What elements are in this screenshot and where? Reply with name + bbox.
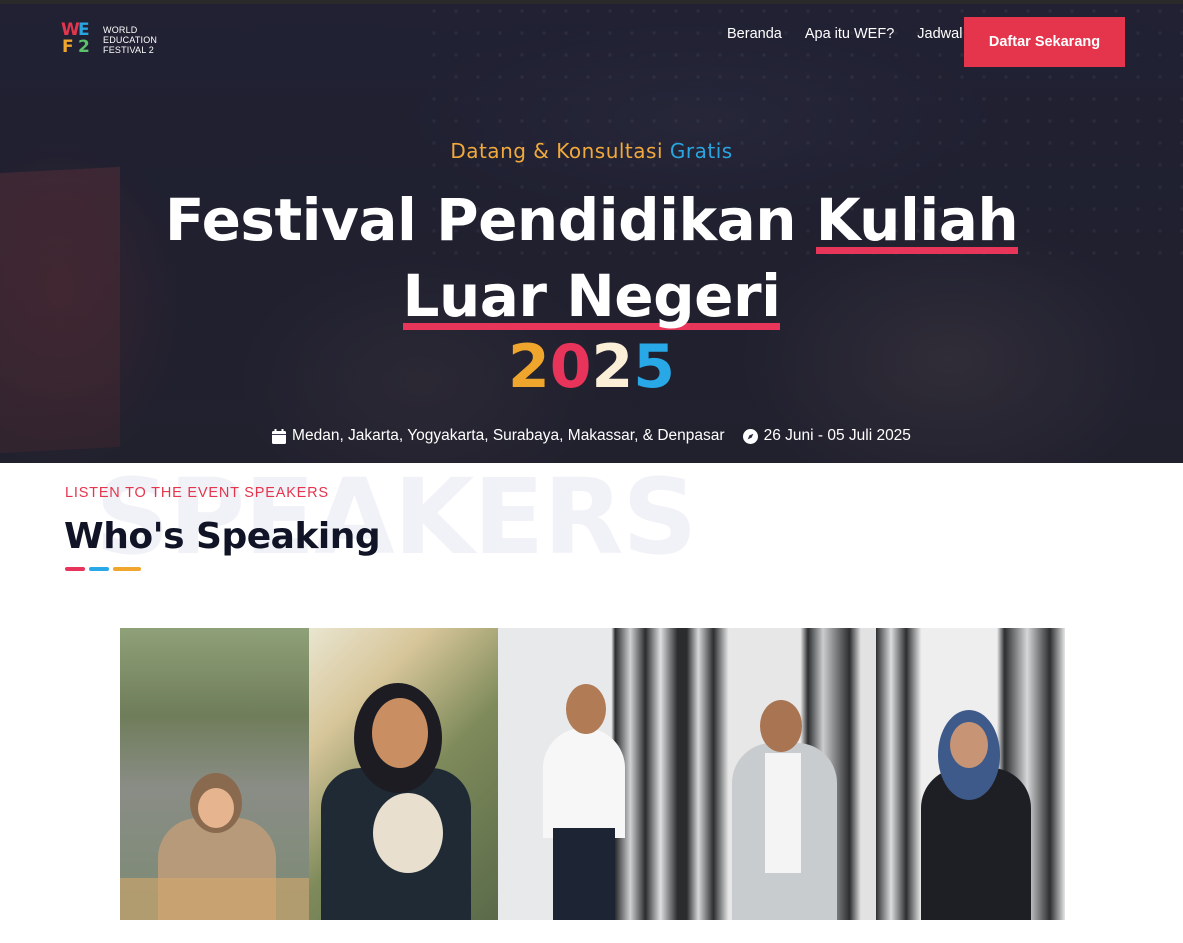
speaker-photo-4[interactable] [687,628,876,920]
site-logo[interactable]: W E F 2 WORLD EDUCATION FESTIVAL 2 [61,22,157,58]
compass-icon [742,428,758,444]
headline-underlined: Luar Negeri [402,262,781,330]
event-dates: 26 Juni - 05 Juli 2025 [742,427,911,445]
speaker-photo-3[interactable] [498,628,687,920]
nav-link-jadwal[interactable]: Jadwal [917,26,962,42]
nav-link-apa-itu-wef[interactable]: Apa itu WEF? [805,26,894,42]
year-digit: 2 [508,332,550,402]
accent-bar [89,567,109,571]
event-cities: Medan, Jakarta, Yogyakarta, Surabaya, Ma… [272,427,725,445]
event-meta: Medan, Jakarta, Yogyakarta, Surabaya, Ma… [0,427,1183,445]
logo-line: EDUCATION [103,35,158,45]
speakers-kicker: LISTEN TO THE EVENT SPEAKERS [65,485,329,501]
speaker-photo-5[interactable] [876,628,1065,920]
hero-eyebrow: Datang & Konsultasi Gratis [0,139,1183,163]
logo-letter-2: 2 [78,37,90,57]
year-digit: 2 [591,332,634,402]
speakers-title: Who's Speaking [64,516,381,557]
main-nav: Beranda Apa itu WEF? Jadwal [727,26,962,42]
hero-headline: Festival Pendidikan Kuliah Luar Negeri [0,182,1183,334]
nav-link-beranda[interactable]: Beranda [727,26,782,42]
logo-wordmark: WORLD EDUCATION FESTIVAL 2 [103,25,157,55]
speaker-photo-1[interactable] [120,628,309,920]
headline-part: Festival Pendidikan [164,186,797,254]
speaker-photo-2[interactable] [309,628,498,920]
headline-underlined: Kuliah [815,186,1019,254]
event-cities-text: Medan, Jakarta, Yogyakarta, Surabaya, Ma… [292,427,725,444]
logo-line: WORLD [103,25,138,35]
logo-mark-icon: W E F 2 [61,22,97,58]
event-dates-text: 26 Juni - 05 Juli 2025 [763,427,911,444]
title-accent-bars [65,567,141,571]
logo-letter-f: F [62,37,74,57]
top-border [0,0,1183,4]
calendar-icon [272,428,287,444]
hero-year: 2025 [0,332,1183,402]
year-digit: 5 [633,332,675,402]
speakers-gallery [120,628,1065,920]
register-button[interactable]: Daftar Sekarang [964,17,1125,67]
eyebrow-highlight: Gratis [669,139,733,163]
eyebrow-main: Datang & Konsultasi [450,139,664,163]
year-digit: 0 [549,332,592,402]
accent-bar [65,567,85,571]
logo-line: FESTIVAL 2 [103,45,155,55]
accent-bar [113,567,141,571]
hero-section: W E F 2 WORLD EDUCATION FESTIVAL 2 Beran… [0,0,1183,463]
